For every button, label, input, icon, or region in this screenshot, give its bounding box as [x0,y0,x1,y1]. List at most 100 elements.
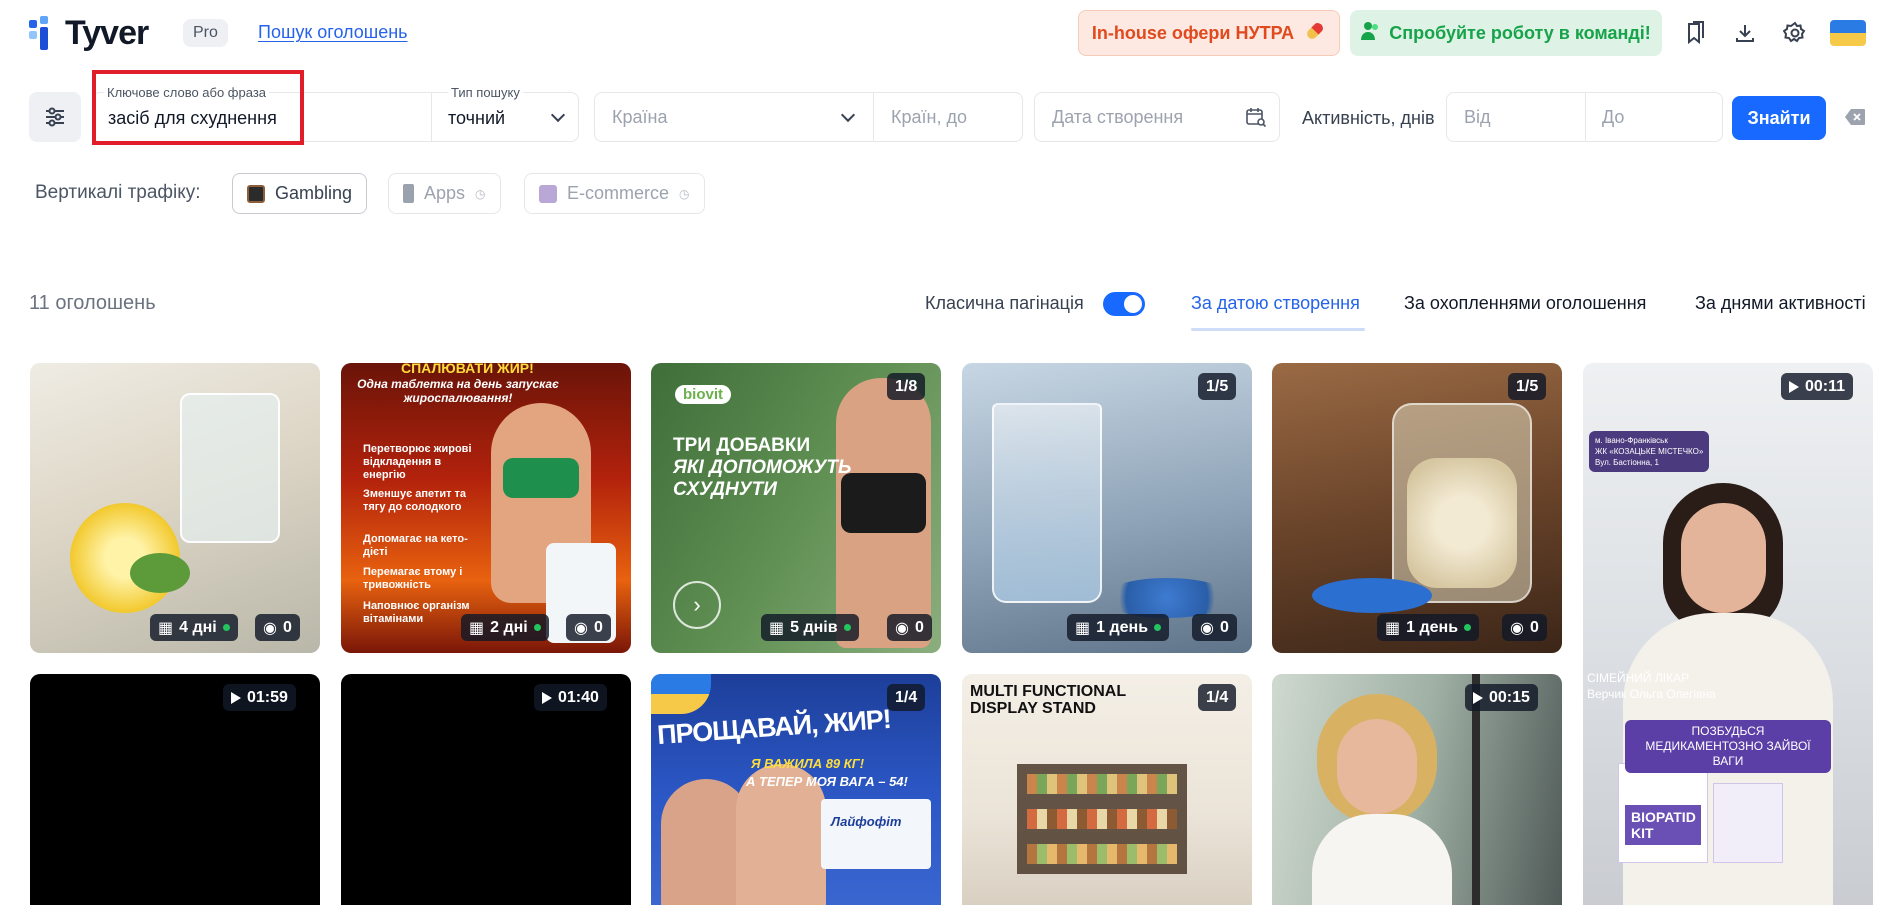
vertical-chip-gambling[interactable]: Gambling [232,173,368,214]
sort-tab-indicator [1191,328,1365,331]
bookmark-icon[interactable] [1680,18,1710,48]
clear-filters-icon[interactable] [1844,108,1866,126]
ad-headline: ЯКІ ДОПОМОЖУТЬ СХУДНУТИ [673,457,852,500]
filters-toggle-button[interactable] [29,92,81,142]
vertical-chip-label: E-commerce [567,183,670,203]
team-trial-button[interactable]: Спробуйте роботу в команді! [1350,10,1662,56]
pill-icon [1304,20,1326,47]
ad-card[interactable]: ПРОЩАВАЙ, ЖИР! Я ВАЖИЛА 89 КГ! А ТЕПЕР М… [651,674,941,905]
active-days-badge: ▦ 2 дні [461,614,549,641]
eye-icon: ◉ [1200,619,1214,637]
team-icon [1361,21,1379,46]
activity-from-placeholder: Від [1464,107,1491,127]
search-type-value: точний [448,108,506,128]
active-days-badge: ▦ 1 день [1377,614,1480,641]
logo-text: Tyver [65,14,149,52]
play-icon [542,691,552,704]
vertical-chip-ecommerce[interactable]: E-commerce ◷ [524,173,705,214]
sliders-icon [46,107,64,127]
views-badge: ◉ 0 [566,614,611,641]
carousel-counter: 1/4 [887,684,926,711]
ad-card[interactable]: MULTI FUNCTIONAL DISPLAY STAND 1/4 [962,674,1252,905]
calendar-search-icon[interactable] [1245,106,1267,133]
product-name: Лайфофіт [831,814,902,829]
hutra-offers-button[interactable]: In-house офери НУТРА [1078,10,1340,56]
ad-subheadline: А ТЕПЕР МОЯ ВАГА – 54! [746,774,908,789]
ad-card-video[interactable]: 00:15 [1272,674,1562,905]
activity-days-label: Активність, днів [1302,108,1435,128]
views-badge: ◉ 0 [1502,614,1547,641]
ad-card-video[interactable]: 01:40 [341,674,631,905]
carousel-next-icon[interactable]: › [673,581,721,629]
carousel-counter: 1/4 [1198,684,1237,711]
ad-card[interactable]: 1/5 ▦ 1 день ◉ 0 [962,363,1252,653]
ad-bullet: Перетворює жирові відкладення в енергію [363,443,472,481]
logo-icon [29,15,59,52]
classic-pagination-toggle[interactable] [1103,292,1145,316]
ad-card[interactable]: 1/5 ▦ 1 день ◉ 0 [1272,363,1562,653]
carousel-counter: 1/5 [1508,373,1547,400]
sort-tab-reach[interactable]: За охопленнями оголошення [1404,293,1646,314]
search-button[interactable]: Знайти [1732,96,1826,140]
search-type-label: Тип пошуку [448,85,523,100]
activity-to-placeholder: До [1602,107,1625,127]
shopping-bag-icon [539,184,557,203]
exclude-countries-placeholder: Країн, до [891,107,967,127]
vertical-chip-label: Gambling [275,183,353,203]
classic-pagination-label: Класична пагінація [925,293,1084,313]
calendar-icon: ▦ [1075,619,1091,637]
location-tag: м. Івано-Франківськ ЖК «КОЗАЦЬКЕ МІСТЕЧКО… [1589,431,1710,472]
keyword-value[interactable]: засіб для схуднення [108,108,277,129]
ad-headline: MULTI FUNCTIONAL DISPLAY STAND [970,683,1127,717]
ad-image [962,363,1252,653]
team-trial-label: Спробуйте роботу в команді! [1389,22,1651,43]
hutra-offers-label: In-house офери НУТРА [1091,22,1295,43]
video-duration-badge: 01:40 [534,684,607,711]
sort-tab-active-days[interactable]: За днями активності [1695,293,1866,314]
eye-icon: ◉ [1510,619,1524,637]
carousel-counter: 1/5 [1198,373,1237,400]
calendar-icon: ▦ [769,619,785,637]
ad-card[interactable]: biovit ТРИ ДОБАВКИ ЯКІ ДОПОМОЖУТЬ СХУДНУ… [651,363,941,653]
eye-icon: ◉ [895,619,909,637]
ad-card[interactable]: ▦ 4 дні ◉ 0 [30,363,320,653]
calendar-icon: ▦ [469,619,485,637]
views-badge: ◉ 0 [1192,614,1237,641]
top-header: Tyver Pro Пошук оголошень In-house офери… [0,0,1898,68]
ad-image [1272,363,1562,653]
views-badge: ◉ 0 [887,614,932,641]
vertical-chip-apps[interactable]: Apps ◷ [388,173,501,214]
ad-headline: ТРИ ДОБАВКИ [673,435,811,456]
product-name: BIOPATID KIT [1625,805,1701,845]
doctor-title: СІМЕЙНИЙ ЛІКАР [1587,671,1690,685]
country-placeholder: Країна [612,107,668,127]
results-count: 11 оголошень [29,292,156,314]
sort-tab-created[interactable]: За датою створення [1191,293,1360,314]
video-duration-badge: 00:15 [1465,684,1538,711]
ad-card-video[interactable]: 01:59 [30,674,320,905]
clock-icon: ◷ [475,186,486,201]
gear-icon[interactable] [1780,18,1810,48]
calendar-icon: ▦ [1385,619,1401,637]
brand-logo: biovit [675,385,731,404]
play-icon [231,691,241,704]
doctor-name: Верчик Ольга Олегівна [1587,687,1716,701]
nav-link-ad-search[interactable]: Пошук оголошень [258,22,408,43]
ad-cta-banner: ПОЗБУДЬСЯ МЕДИКАМЕНТОЗНО ЗАЙВОЇ ВАГИ [1625,720,1831,773]
active-days-badge: ▦ 4 дні [150,614,238,641]
vertical-chip-label: Apps [424,183,466,203]
active-days-badge: ▦ 1 день [1067,614,1170,641]
logo[interactable]: Tyver [29,14,149,53]
ad-card[interactable]: СПАЛЮВАТИ ЖИР! Одна таблетка на день зап… [341,363,631,653]
ad-bullet: Допомагає на кето-дієті [363,533,468,558]
download-icon[interactable] [1730,18,1760,48]
play-icon [1789,380,1799,393]
plan-badge: Pro [183,19,228,47]
keyword-label: Ключове слово або фраза [104,85,270,100]
ad-subheadline: Одна таблетка на день запускає жироспалю… [357,377,559,405]
video-duration-badge: 00:11 [1781,373,1854,400]
flag-ua-icon[interactable] [1830,20,1866,46]
ad-card-video[interactable]: м. Івано-Франківськ ЖК «КОЗАЦЬКЕ МІСТЕЧКО… [1583,363,1873,905]
views-badge: ◉ 0 [255,614,300,641]
slot-machine-icon [247,184,265,203]
